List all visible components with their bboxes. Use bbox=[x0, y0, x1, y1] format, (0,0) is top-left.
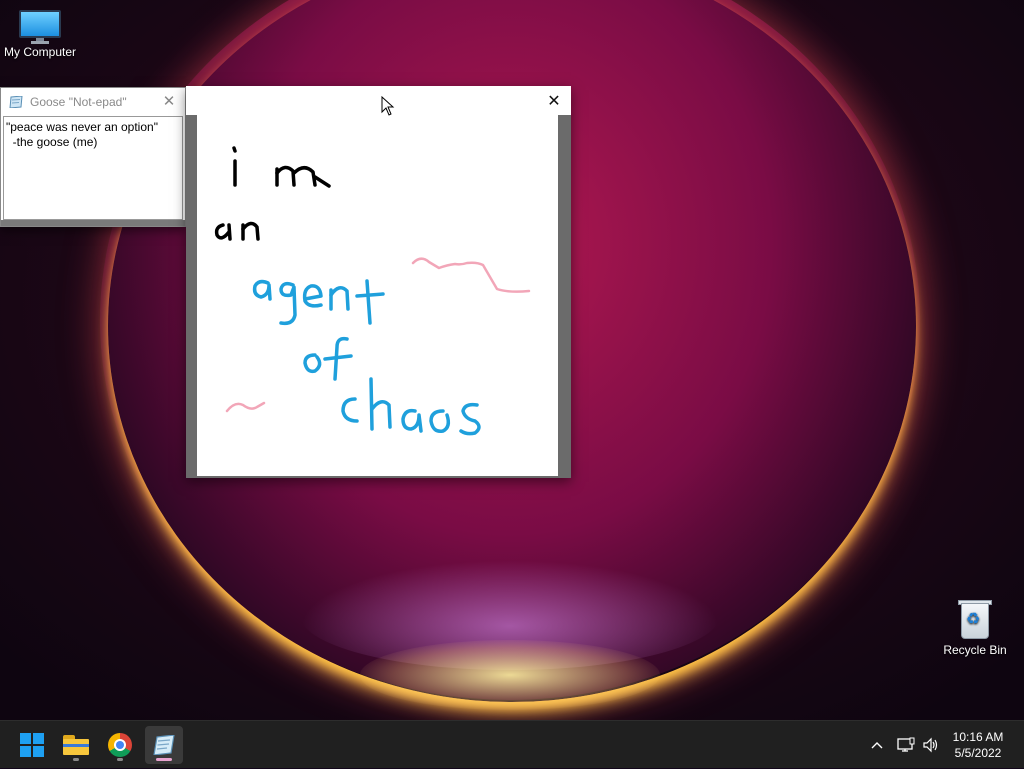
notepad-icon bbox=[153, 735, 175, 755]
recycle-bin-icon: ♻ bbox=[958, 598, 992, 640]
start-button[interactable] bbox=[13, 726, 51, 764]
close-icon: ✕ bbox=[547, 93, 561, 110]
drawing-frame bbox=[186, 115, 571, 478]
drawing-close-button[interactable]: ✕ bbox=[543, 90, 565, 112]
running-indicator bbox=[117, 758, 123, 761]
pink-scribble bbox=[225, 257, 531, 413]
close-icon: ✕ bbox=[162, 93, 176, 110]
wallpaper-yellow-glow bbox=[360, 640, 660, 710]
notepad-title: Goose "Not-epad" bbox=[30, 94, 127, 109]
notepad-icon bbox=[9, 95, 23, 108]
notepad-text-area[interactable]: "peace was never an option" -the goose (… bbox=[3, 116, 183, 220]
active-indicator bbox=[156, 758, 172, 761]
blue-scribble bbox=[252, 279, 481, 436]
taskbar-chrome[interactable] bbox=[101, 726, 139, 764]
desktop-icon-label: Recycle Bin bbox=[943, 643, 1007, 657]
notepad-titlebar[interactable]: Goose "Not-epad" ✕ bbox=[1, 88, 185, 115]
taskbar-notepad[interactable] bbox=[145, 726, 183, 764]
taskbar: 10:16 AM 5/5/2022 bbox=[0, 720, 1024, 768]
chevron-up-icon bbox=[871, 742, 883, 749]
network-icon bbox=[897, 737, 915, 752]
clock-time: 10:16 AM bbox=[952, 730, 1004, 744]
speaker-icon bbox=[923, 737, 938, 753]
handwriting-drawing bbox=[214, 146, 531, 436]
notepad-window[interactable]: Goose "Not-epad" ✕ "peace was never an o… bbox=[0, 87, 186, 227]
mouse-cursor-icon bbox=[381, 96, 395, 116]
desktop-icon-recycle-bin[interactable]: ♻ Recycle Bin bbox=[935, 598, 1015, 657]
monitor-icon bbox=[19, 10, 61, 44]
drawing-window[interactable]: ✕ bbox=[186, 86, 571, 478]
notepad-line: -the goose (me) bbox=[6, 135, 98, 149]
notepad-line: "peace was never an option" bbox=[6, 120, 158, 134]
windows-logo-icon bbox=[20, 733, 44, 757]
show-hidden-icons-button[interactable] bbox=[870, 721, 884, 769]
taskbar-clock[interactable]: 10:16 AM 5/5/2022 bbox=[951, 729, 1005, 761]
notepad-close-button[interactable]: ✕ bbox=[159, 91, 179, 111]
desktop-icon-label: My Computer bbox=[3, 45, 77, 59]
taskbar-file-explorer[interactable] bbox=[57, 726, 95, 764]
network-status[interactable] bbox=[897, 721, 915, 769]
desktop-icon-my-computer[interactable]: My Computer bbox=[0, 10, 80, 59]
volume-control[interactable] bbox=[922, 721, 940, 769]
black-scribble bbox=[214, 146, 331, 241]
drawing-titlebar[interactable]: ✕ bbox=[186, 86, 571, 115]
running-indicator bbox=[73, 758, 79, 761]
chrome-icon bbox=[108, 733, 132, 757]
notepad-bottom-border bbox=[1, 220, 185, 226]
clock-date: 5/5/2022 bbox=[954, 746, 1002, 760]
drawing-canvas[interactable] bbox=[197, 115, 558, 476]
folder-icon bbox=[63, 735, 89, 755]
